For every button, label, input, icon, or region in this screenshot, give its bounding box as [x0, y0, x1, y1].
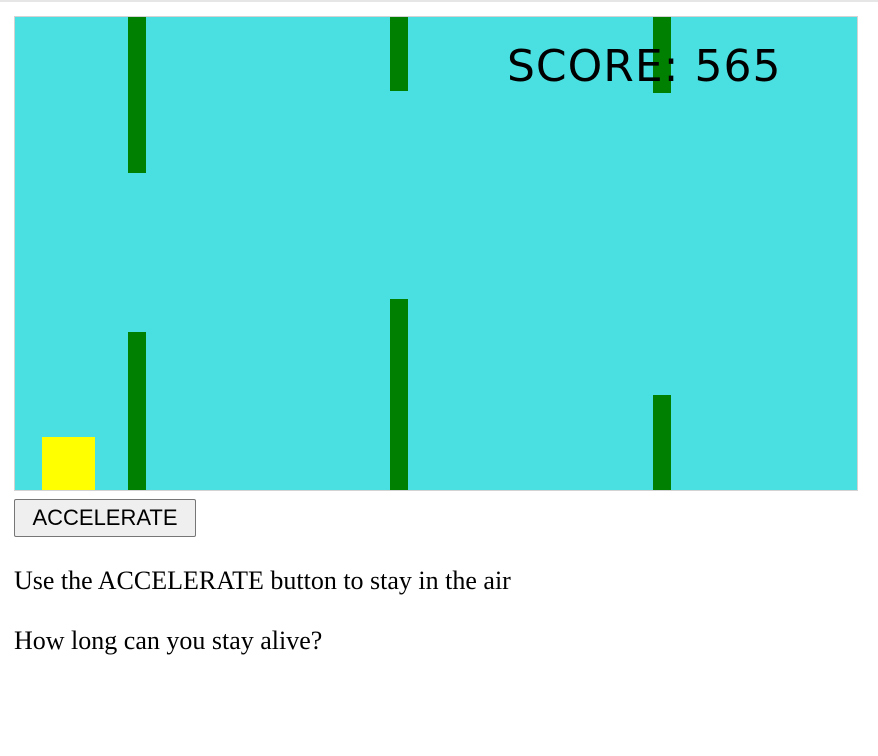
obstacle-bottom-1: [128, 332, 146, 490]
game-canvas: SCORE: 565: [14, 16, 858, 491]
accelerate-button[interactable]: ACCELERATE: [14, 499, 196, 537]
top-divider: [0, 0, 878, 2]
obstacle-top-1: [128, 17, 146, 173]
obstacle-bottom-3: [653, 395, 671, 490]
score-label: SCORE: [507, 41, 664, 92]
player-square: [42, 437, 95, 490]
score-display: SCORE: 565: [507, 41, 782, 92]
obstacle-top-2: [390, 17, 408, 91]
obstacle-bottom-2: [390, 299, 408, 490]
instruction-text: Use the ACCELERATE button to stay in the…: [14, 566, 511, 595]
score-value: 565: [694, 41, 782, 92]
challenge-text: How long can you stay alive?: [14, 626, 323, 655]
